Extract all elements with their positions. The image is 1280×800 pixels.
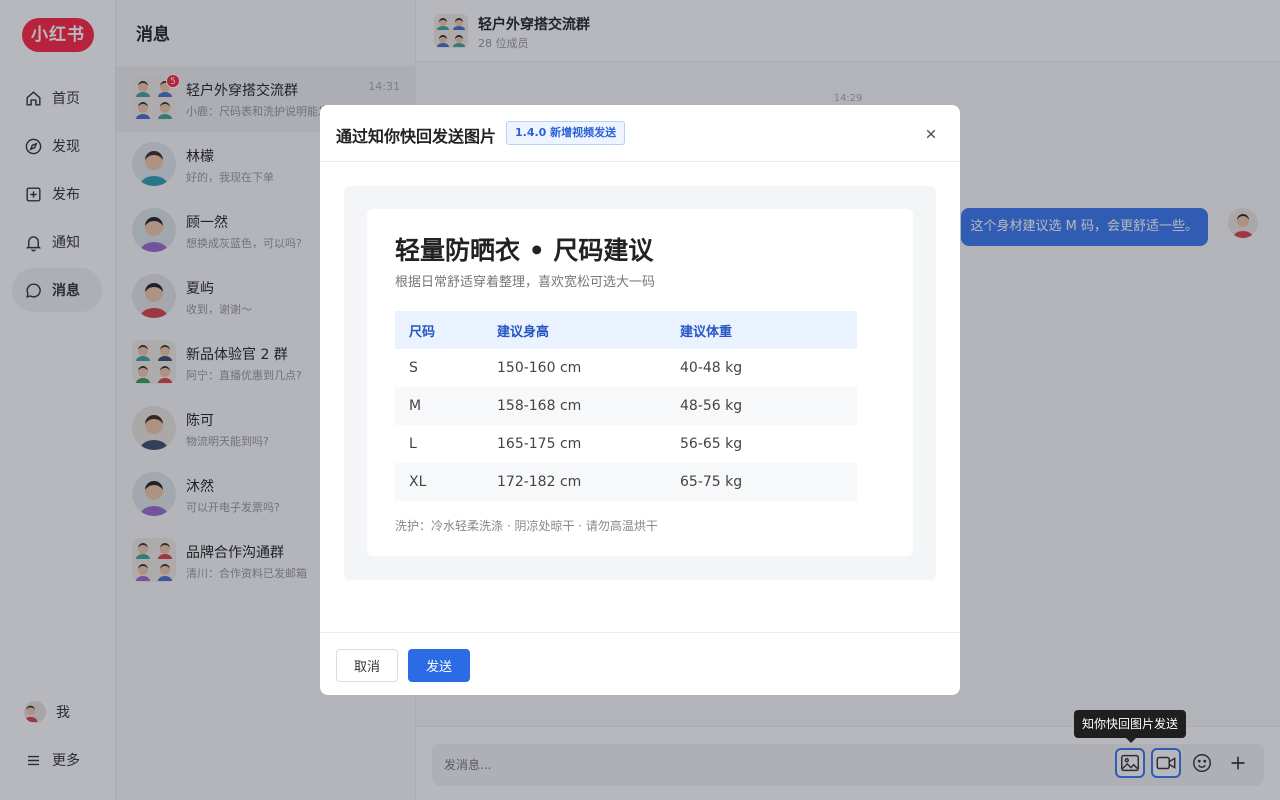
app-window: 小红书 首页 发现 发布 通知 消息 我 更多 消息 5 轻户外穿搭交流群 小鹿… [0, 0, 1280, 800]
dialog-header: 通过知你快回发送图片 1.4.0 新增视频发送 [320, 105, 960, 162]
table-cell: 165-175 cm [497, 436, 582, 452]
card-subtitle: 根据日常舒适穿着整理，喜欢宽松可选大一码 [395, 275, 656, 290]
table-row: S 150-160 cm 40-48 kg [395, 349, 857, 387]
column-header: 尺码 [409, 324, 436, 340]
table-cell: 172-182 cm [497, 474, 582, 490]
table-cell: 48-56 kg [680, 398, 743, 414]
table-row: M 158-168 cm 48-56 kg [395, 387, 857, 425]
table-cell: 150-160 cm [497, 360, 582, 376]
table-cell: 40-48 kg [680, 360, 743, 376]
version-tag: 1.4.0 新增视频发送 [506, 121, 626, 145]
send-button[interactable]: 发送 [408, 649, 470, 682]
image-preview: 轻量防晒衣 • 尺码建议 根据日常舒适穿着整理，喜欢宽松可选大一码 尺码 建议身… [344, 186, 936, 580]
card-title: 轻量防晒衣 • 尺码建议 [395, 236, 654, 265]
table-header: 尺码 建议身高 建议体重 [395, 311, 857, 349]
table-cell: 56-65 kg [680, 436, 743, 452]
dialog-title: 通过知你快回发送图片 [336, 127, 497, 146]
table-row: XL 172-182 cm 65-75 kg [395, 463, 857, 501]
table-cell: L [409, 436, 417, 452]
table-cell: M [409, 398, 422, 414]
close-icon[interactable] [922, 125, 940, 143]
dialog-footer: 取消 发送 [320, 632, 960, 695]
size-table: 尺码 建议身高 建议体重 S 150-160 cm 40-48 kg M 158… [395, 311, 857, 501]
column-header: 建议身高 [497, 324, 550, 340]
size-chart-card: 轻量防晒衣 • 尺码建议 根据日常舒适穿着整理，喜欢宽松可选大一码 尺码 建议身… [367, 209, 913, 556]
table-cell: S [409, 360, 418, 376]
care-instructions: 洗护：冷水轻柔洗涤 · 阴凉处晾干 · 请勿高温烘干 [395, 519, 658, 533]
table-cell: 65-75 kg [680, 474, 743, 490]
send-image-dialog: 通过知你快回发送图片 1.4.0 新增视频发送 轻量防晒衣 • 尺码建议 根据日… [320, 105, 960, 695]
cancel-button[interactable]: 取消 [336, 649, 398, 682]
table-row: L 165-175 cm 56-65 kg [395, 425, 857, 463]
table-cell: 158-168 cm [497, 398, 582, 414]
column-header: 建议体重 [680, 324, 733, 340]
table-cell: XL [409, 474, 427, 490]
tooltip: 知你快回图片发送 [1074, 710, 1187, 743]
